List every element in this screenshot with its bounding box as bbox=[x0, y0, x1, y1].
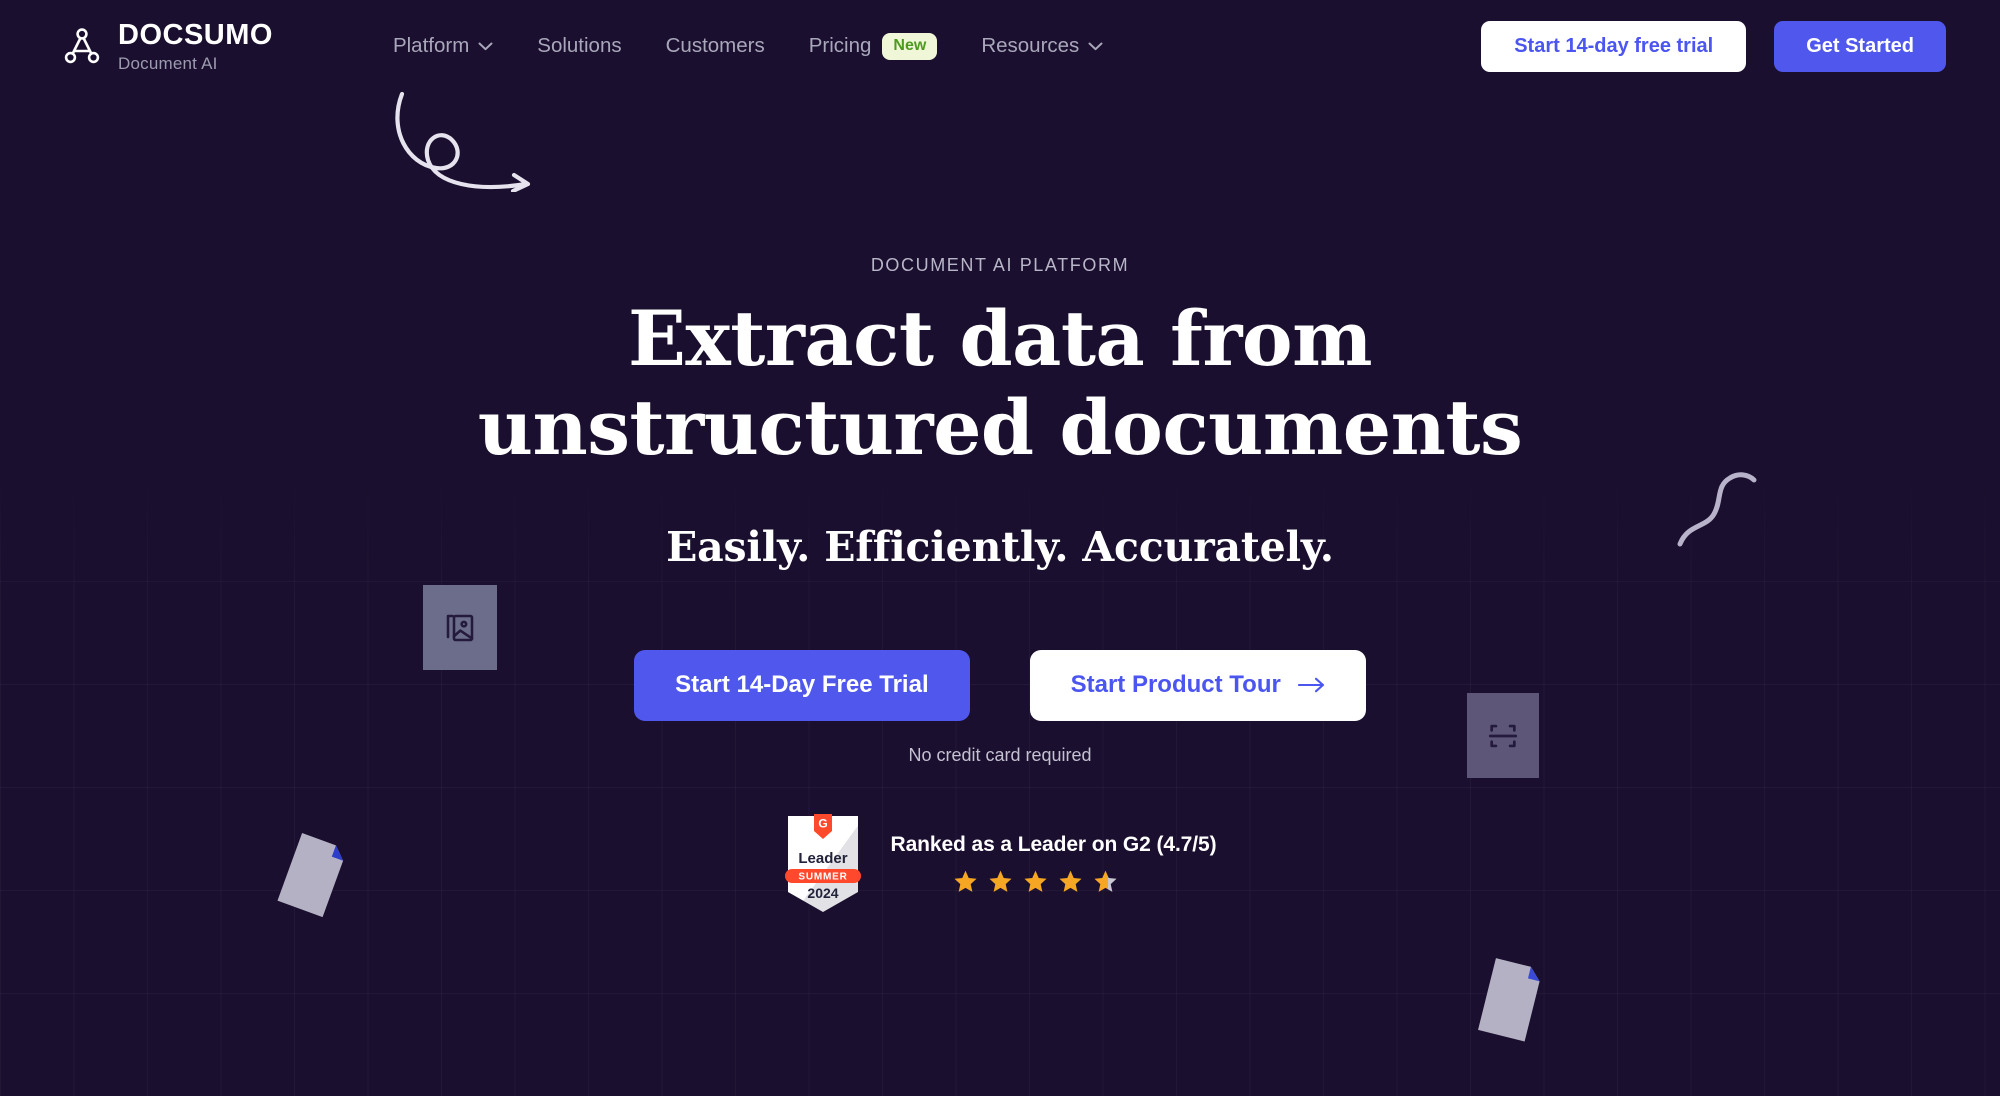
hero-title-line-2: unstructured documents bbox=[477, 382, 1523, 472]
nav-item-platform[interactable]: Platform bbox=[393, 34, 493, 58]
brand-name: DOCSUMO bbox=[118, 18, 273, 51]
g2-rating-headline: Ranked as a Leader on G2 (4.7/5) bbox=[890, 833, 1217, 857]
floating-tilted-document-right bbox=[1478, 958, 1540, 1042]
nav-item-solutions[interactable]: Solutions bbox=[537, 34, 621, 58]
hero-title-line-1: Extract data from bbox=[627, 294, 1373, 383]
svg-text:Leader: Leader bbox=[798, 850, 847, 867]
chevron-down-icon bbox=[1088, 42, 1103, 50]
chevron-down-icon bbox=[478, 42, 493, 50]
nav-item-resources-label: Resources bbox=[981, 34, 1080, 57]
star-icon-filled bbox=[1023, 870, 1047, 893]
hero-start-free-trial-button[interactable]: Start 14-Day Free Trial bbox=[634, 649, 970, 721]
nav-get-started-button[interactable]: Get Started bbox=[1774, 20, 1946, 72]
brand-logo-link[interactable]: DOCSUMO Document AI bbox=[60, 18, 273, 73]
arrow-right-icon bbox=[1297, 678, 1324, 693]
g2-leader-badge: G Leader SUMMER 2024 bbox=[784, 813, 861, 912]
nav-free-trial-button[interactable]: Start 14-day free trial bbox=[1481, 20, 1747, 72]
nav-item-platform-label: Platform bbox=[392, 34, 470, 57]
hero-cta-row: Start 14-Day Free Trial Start Product To… bbox=[0, 649, 2000, 721]
hero-disclaimer: No credit card required bbox=[908, 744, 1092, 765]
star-icon-filled bbox=[988, 870, 1012, 893]
nav-action-buttons: Start 14-day free trial Get Started bbox=[1481, 20, 1946, 72]
hero-product-tour-label: Start Product Tour bbox=[1070, 671, 1281, 699]
svg-text:G: G bbox=[818, 816, 827, 830]
g2-star-rating bbox=[891, 869, 1217, 894]
nav-item-pricing[interactable]: Pricing New bbox=[808, 32, 938, 60]
nav-item-customers-label: Customers bbox=[665, 34, 765, 57]
star-icon-filled bbox=[1058, 870, 1082, 893]
hero-start-product-tour-button[interactable]: Start Product Tour bbox=[1029, 649, 1366, 721]
top-navigation-bar: DOCSUMO Document AI Platform Solutions C… bbox=[0, 0, 2000, 92]
nav-item-pricing-label: Pricing bbox=[808, 34, 872, 57]
svg-text:SUMMER: SUMMER bbox=[798, 871, 847, 882]
primary-nav-links: Platform Solutions Customers Pricing New… bbox=[393, 32, 1103, 60]
star-icon-partial bbox=[1093, 870, 1117, 893]
pricing-new-badge: New bbox=[882, 32, 938, 60]
hero-eyebrow: DOCUMENT AI PLATFORM bbox=[870, 255, 1130, 275]
brand-tagline: Document AI bbox=[118, 53, 218, 73]
hero-subtitle: Easily. Efficiently. Accurately. bbox=[666, 522, 1334, 571]
docsumo-node-triangle-icon bbox=[64, 28, 100, 64]
hero-section: DOCUMENT AI PLATFORM Extract data from u… bbox=[0, 92, 2000, 914]
svg-text:2024: 2024 bbox=[807, 885, 838, 901]
nav-item-customers[interactable]: Customers bbox=[666, 34, 765, 58]
nav-item-resources[interactable]: Resources bbox=[981, 34, 1103, 58]
hero-title: Extract data from unstructured documents bbox=[0, 294, 2000, 473]
star-icon-filled bbox=[953, 870, 977, 893]
social-proof-text: Ranked as a Leader on G2 (4.7/5) bbox=[891, 833, 1217, 894]
nav-item-solutions-label: Solutions bbox=[537, 34, 622, 57]
social-proof-row: G Leader SUMMER 2024 Ranked as a Leader … bbox=[0, 813, 2000, 914]
